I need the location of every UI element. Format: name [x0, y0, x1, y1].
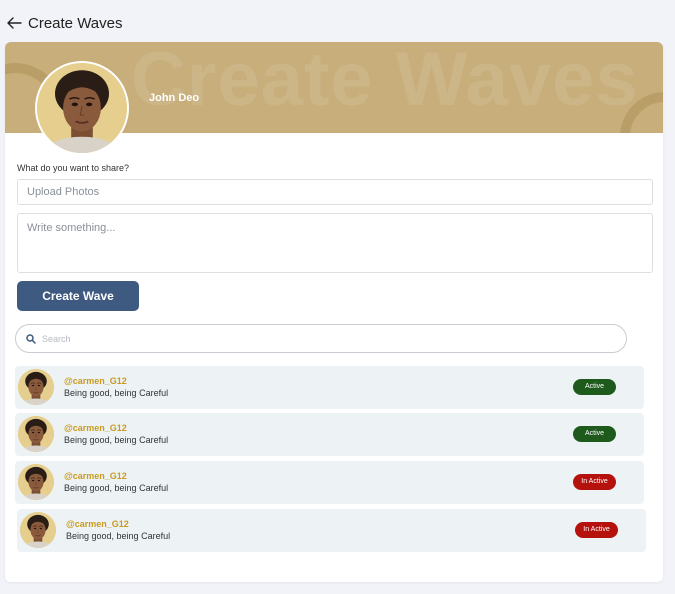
- arrow-left-icon[interactable]: [6, 15, 22, 31]
- page-header: Create Waves: [6, 12, 122, 34]
- avatar: [18, 464, 54, 500]
- search-icon: [26, 333, 36, 344]
- create-wave-card: Create Waves John Deo What do you want t…: [5, 42, 663, 582]
- status-badge: Active: [573, 379, 616, 395]
- wave-text: Being good, being Careful: [66, 531, 171, 541]
- status-badge: In Active: [575, 522, 618, 538]
- upload-photos-field[interactable]: Upload Photos: [17, 179, 653, 205]
- avatar: [18, 416, 54, 452]
- banner-watermark: Create Waves: [131, 42, 639, 122]
- wave-handle[interactable]: @carmen_G12: [64, 423, 127, 433]
- wave-text: Being good, being Careful: [64, 388, 169, 398]
- wave-list-item[interactable]: @carmen_G12 Being good, being Careful Ac…: [15, 366, 644, 409]
- write-something-input[interactable]: [17, 213, 653, 273]
- wave-handle[interactable]: @carmen_G12: [64, 376, 127, 386]
- wave-list-item[interactable]: @carmen_G12 Being good, being Careful Ac…: [15, 413, 644, 456]
- search-box[interactable]: [15, 324, 627, 353]
- wave-list-item[interactable]: @carmen_G12 Being good, being Careful In…: [17, 509, 646, 552]
- wave-list-item[interactable]: @carmen_G12 Being good, being Careful In…: [15, 461, 644, 504]
- share-label: What do you want to share?: [17, 163, 130, 173]
- profile-avatar[interactable]: [35, 61, 129, 155]
- avatar-image: [37, 63, 127, 153]
- profile-name: John Deo: [149, 92, 200, 104]
- wave-text: Being good, being Careful: [64, 483, 169, 493]
- create-wave-button[interactable]: Create Wave: [17, 281, 139, 311]
- search-input[interactable]: [42, 333, 602, 344]
- wave-handle[interactable]: @carmen_G12: [64, 471, 127, 481]
- avatar: [20, 512, 56, 548]
- avatar: [18, 369, 54, 405]
- wave-text: Being good, being Careful: [64, 435, 169, 445]
- page-title: Create Waves: [28, 14, 123, 32]
- status-badge: In Active: [573, 474, 616, 490]
- status-badge: Active: [573, 426, 616, 442]
- wave-handle[interactable]: @carmen_G12: [66, 519, 129, 529]
